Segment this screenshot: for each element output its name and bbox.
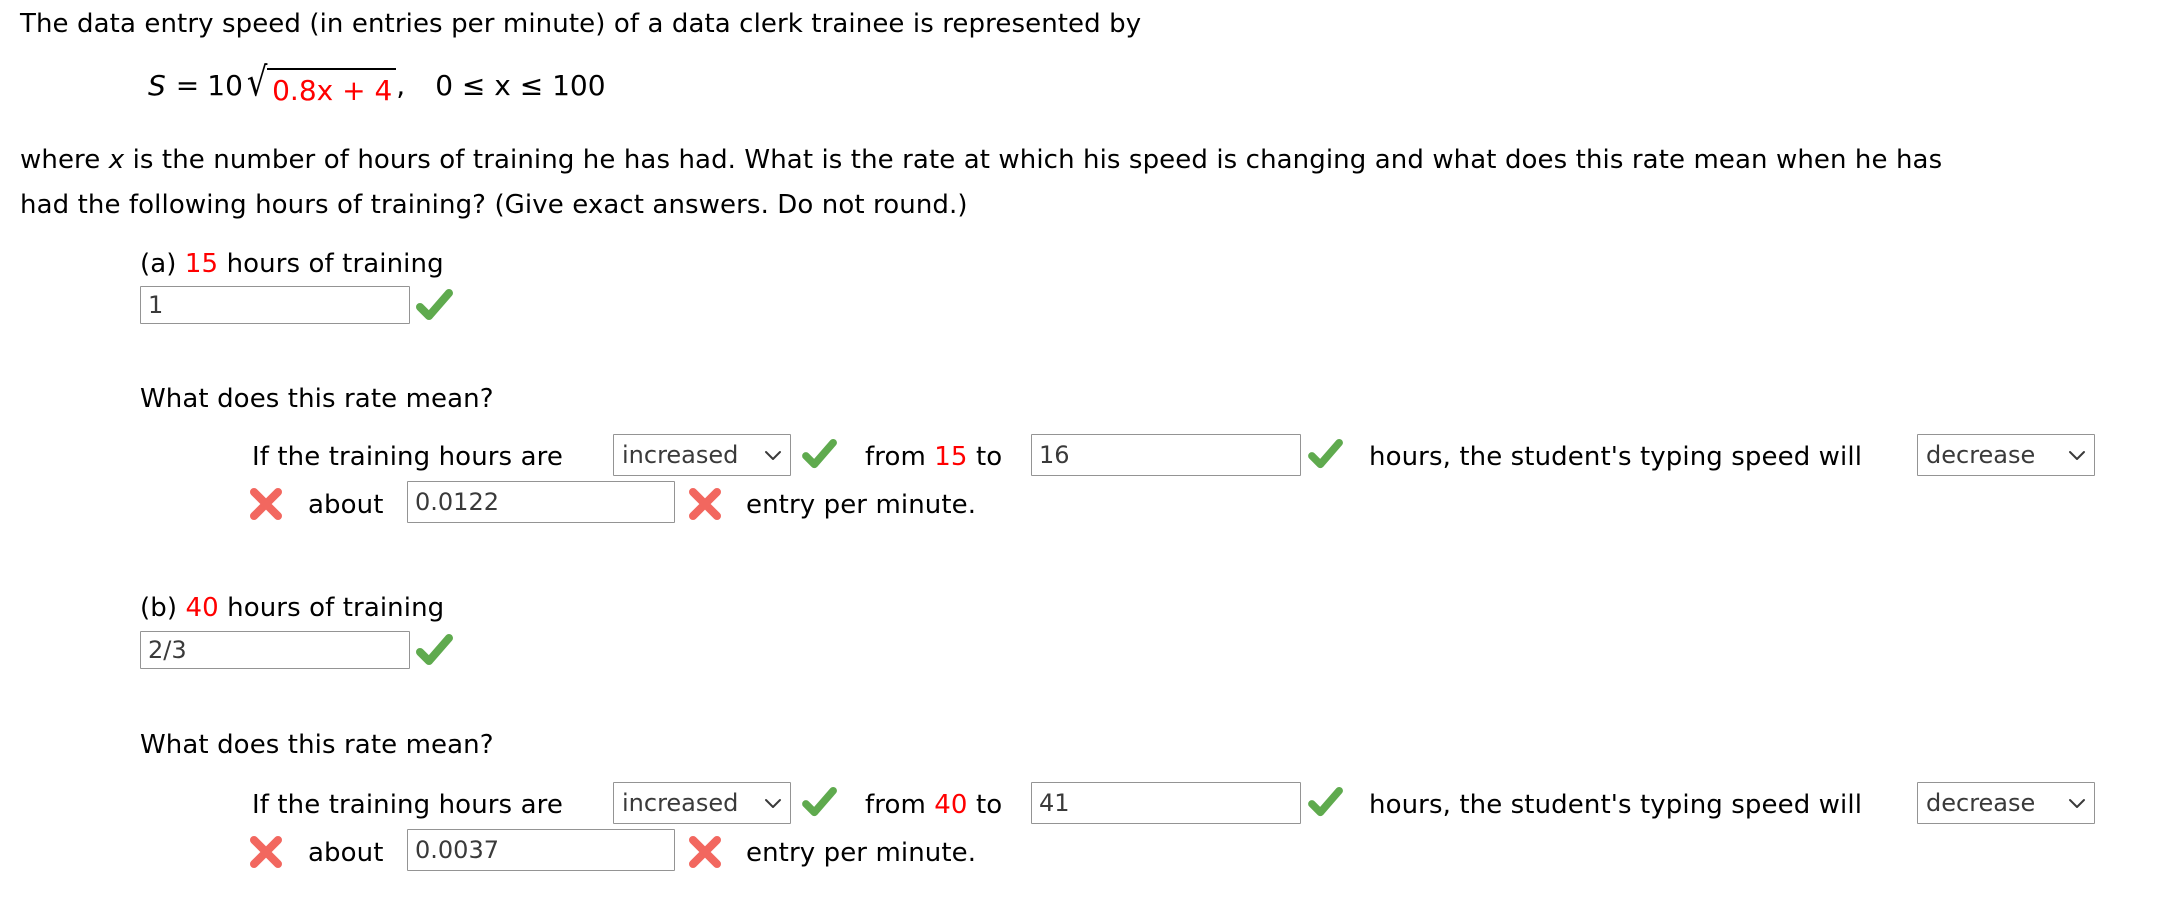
part-b-heading: (b) 40 hours of training [140,592,444,625]
part-b-from-group: from 40 to [865,789,1002,822]
part-a-change-value: decrease [1926,440,2036,469]
part-b-answer-input[interactable] [140,631,410,669]
part-a-change-select[interactable]: decrease [1917,434,2095,476]
part-a-amount-cross-icon [688,488,722,520]
part-b-amount-cross-icon [688,836,722,868]
part-b-amount-input[interactable] [407,829,675,871]
part-b-sentence-tail: entry per minute. [746,838,977,868]
part-b-hours-suffix: hours of training [227,593,445,623]
chevron-down-icon [764,797,782,809]
part-b-to-word: to [975,790,1003,820]
formula-domain: 0 ≤ x ≤ 100 [435,69,606,102]
part-b-about-cross-icon [249,836,283,868]
body-line-1: where x is the number of hours of traini… [20,144,1942,177]
part-b-direction-select[interactable]: increased [613,782,791,824]
part-b-from-value: 40 [934,790,968,820]
part-b-answer-check-icon [416,633,454,667]
part-a-to-word: to [975,442,1003,472]
body-line-1-rest: is the number of hours of training he ha… [124,145,1943,175]
part-a-sentence-tail: entry per minute. [746,490,977,520]
part-b-from-word: from [865,790,926,820]
part-a-answer-check-icon [416,288,454,322]
part-a-hours: 15 [184,249,219,279]
part-a-heading: (a) 15 hours of training [140,248,444,281]
part-a-label: (a) [140,249,177,279]
part-b-direction-value: increased [622,788,739,817]
part-a-to-check-icon [1308,438,1344,470]
part-a-from-word: from [865,442,926,472]
part-a-from-value: 15 [934,442,968,472]
part-b-sentence-lead: If the training hours are [252,790,563,820]
part-a-to-input[interactable] [1031,434,1301,476]
part-b-about-word: about [308,838,384,868]
question-page: The data entry speed (in entries per min… [0,0,2181,905]
part-a-rate-question: What does this rate mean? [140,384,494,414]
chevron-down-icon [2068,449,2086,461]
part-b-direction-check-icon [802,786,838,818]
part-a-direction-check-icon [802,438,838,470]
part-b-label: (b) [140,593,178,623]
chevron-down-icon [764,449,782,461]
part-b-sentence-mid: hours, the student's typing speed will [1369,790,1863,820]
part-a-direction-value: increased [622,440,739,469]
part-b-change-value: decrease [1926,788,2036,817]
formula-comma: , [396,69,406,102]
body-line-2: had the following hours of training? (Gi… [20,190,968,220]
part-a-direction-select[interactable]: increased [613,434,791,476]
part-b-rate-question: What does this rate mean? [140,730,494,760]
formula-equals: = [175,69,200,102]
part-a-about-word: about [308,490,384,520]
part-a-sentence-lead: If the training hours are [252,442,563,472]
intro-text: The data entry speed (in entries per min… [20,9,1142,39]
part-b-hours: 40 [185,593,219,623]
chevron-down-icon [2068,797,2086,809]
part-b-change-select[interactable]: decrease [1917,782,2095,824]
radical-group: √ 0.8x + 4 [245,58,397,109]
formula: S = 10 √ 0.8x + 4 , 0 ≤ x ≤ 100 [148,58,606,109]
body-line-1-prefix: where [20,145,109,175]
body-line-1-variable: x [108,145,125,175]
part-a-hours-suffix: hours of training [226,249,444,279]
part-a-from-group: from 15 to [865,441,1002,474]
formula-lhs: S [148,69,166,102]
part-a-sentence-mid: hours, the student's typing speed will [1369,442,1863,472]
radical-sign: √ [246,58,268,105]
part-a-about-cross-icon [249,488,283,520]
part-a-answer-input[interactable] [140,286,410,324]
radicand: 0.8x + 4 [267,68,397,109]
part-b-to-check-icon [1308,786,1344,818]
part-b-to-input[interactable] [1031,782,1301,824]
part-a-amount-input[interactable] [407,481,675,523]
formula-coefficient: 10 [207,69,243,102]
